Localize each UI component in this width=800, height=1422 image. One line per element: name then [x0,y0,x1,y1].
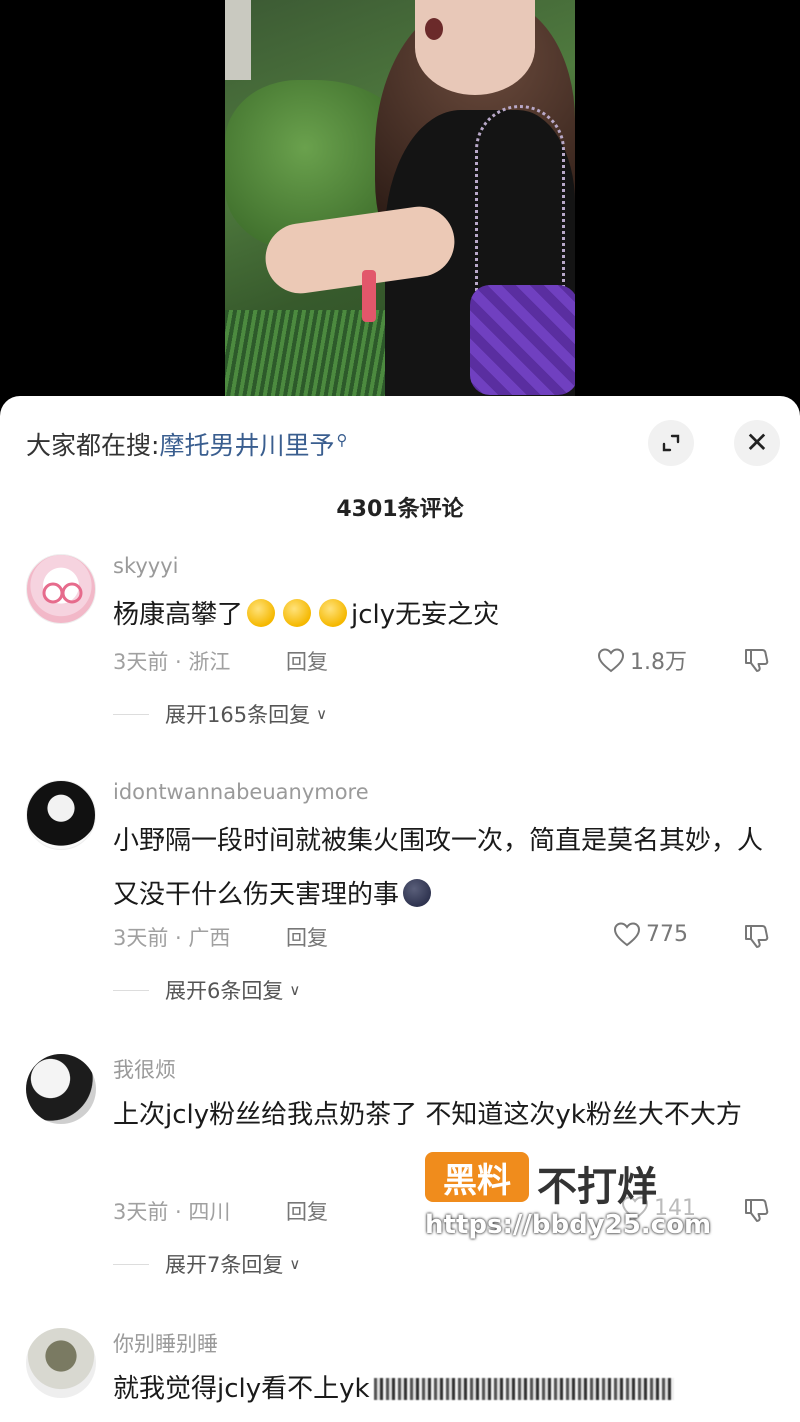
chevron-down-icon: ∨ [289,981,301,999]
trending-search-term[interactable]: 摩托男井川里予 [159,431,334,460]
thumbs-down-icon[interactable] [742,922,770,950]
close-icon: ✕ [745,426,769,459]
reply-button[interactable]: 回复 [286,1196,328,1226]
expand-replies-label: 展开7条回复 [165,1253,284,1277]
avatar[interactable] [26,780,96,850]
avatar[interactable] [26,554,96,624]
comment-text: 上次jcly粉丝给我点奶茶了 不知道这次yk粉丝大不大方 [113,1100,742,1130]
avatar[interactable] [26,1054,96,1124]
username[interactable]: 你别睡别睡 [113,1328,218,1358]
comment-text-part: jcly无妄之灾 [351,600,500,630]
glasses-icon [42,582,83,604]
like-count: 775 [646,921,688,947]
blob-emoji-icon [403,879,432,907]
expand-button[interactable] [648,420,694,466]
chevron-down-icon: ∨ [289,1255,301,1273]
woman-mouth [425,18,443,40]
reply-button[interactable]: 回复 [286,922,328,952]
divider [113,989,149,991]
time-location: 3天前 · 四川 [113,1200,231,1224]
thumbs-down-icon[interactable] [742,646,770,674]
username[interactable]: skyyyi [113,554,178,578]
woman-face [415,0,535,95]
expand-replies-label: 展开165条回复 [165,703,311,727]
comment-text: 杨康高攀了 jcly无妄之灾 [113,588,763,642]
time-location: 3天前 · 浙江 [113,650,231,674]
divider [113,1263,149,1265]
comment-text: 就我觉得jcly看不上yk [113,1362,763,1416]
search-icon: ⚲ [336,430,348,449]
like-button[interactable]: 775 [612,920,688,948]
expand-replies[interactable]: 展开6条回复 ∨ [113,975,300,1005]
thumbs-down-icon[interactable] [742,1196,770,1224]
comment-item: idontwannabeuanymore 小野隔一段时间就被集火围攻一次，简直是… [0,780,800,1010]
divider [113,713,149,715]
comment-text-part: 杨康高攀了 [113,600,244,630]
expand-replies[interactable]: 展开7条回复 ∨ [113,1249,300,1279]
comment-sheet: 大家都在搜:摩托男井川里予 ⚲ ✕ 4301条评论 skyyyi 杨康高攀了 jcl… [0,396,800,1422]
reply-button[interactable]: 回复 [286,646,328,676]
video-frame [225,0,575,420]
comment-text: 小野隔一段时间就被集火围攻一次，简直是莫名其妙，人又没干什么伤天害理的事 [113,814,763,922]
time-location: 3天前 · 广西 [113,926,231,950]
watermark-url: https://bbdy25.com [425,1210,712,1240]
expand-replies-label: 展开6条回复 [165,979,284,1003]
video-player[interactable] [0,0,800,420]
bag-chain [475,105,565,295]
watermark-text: 不打烊 [537,1164,657,1210]
comment-item: skyyyi 杨康高攀了 jcly无妄之灾 3天前 · 浙江 回复 1.8万 展开… [0,554,800,744]
blurred-text [373,1378,674,1400]
comment-text-part: 就我觉得jcly看不上yk [113,1374,370,1404]
pink-wristband [362,270,376,322]
username[interactable]: idontwannabeuanymore [113,780,369,804]
like-count: 1.8万 [630,650,687,675]
kiss-emoji-icon [283,599,312,627]
chevron-down-icon: ∨ [316,705,328,723]
comment-text-part: 小野隔一段时间就被集火围攻一次，简直是莫名其妙，人又没干什么伤天害理的事 [113,826,764,910]
kiss-emoji-icon [247,599,276,627]
trending-search[interactable]: 大家都在搜:摩托男井川里予 ⚲ [26,426,347,462]
kiss-emoji-icon [319,599,348,627]
tree-trunk [225,0,251,80]
close-button[interactable]: ✕ [734,420,780,466]
watermark: 黑料 不打烊 https://bbdy25.com [425,1152,725,1252]
comment-item: 你别睡别睡 就我觉得jcly看不上yk [0,1328,800,1422]
purple-handbag [470,285,575,395]
avatar[interactable] [26,1328,96,1398]
watermark-badge: 黑料 [425,1152,529,1202]
heart-icon [597,648,625,673]
username[interactable]: 我很烦 [113,1054,176,1084]
heart-icon [613,922,641,947]
trending-search-prefix: 大家都在搜: [26,431,160,460]
comment-count: 4301条评论 [336,497,464,522]
like-button[interactable]: 1.8万 [596,644,687,676]
expand-replies[interactable]: 展开165条回复 ∨ [113,699,327,729]
expand-icon [662,434,680,452]
